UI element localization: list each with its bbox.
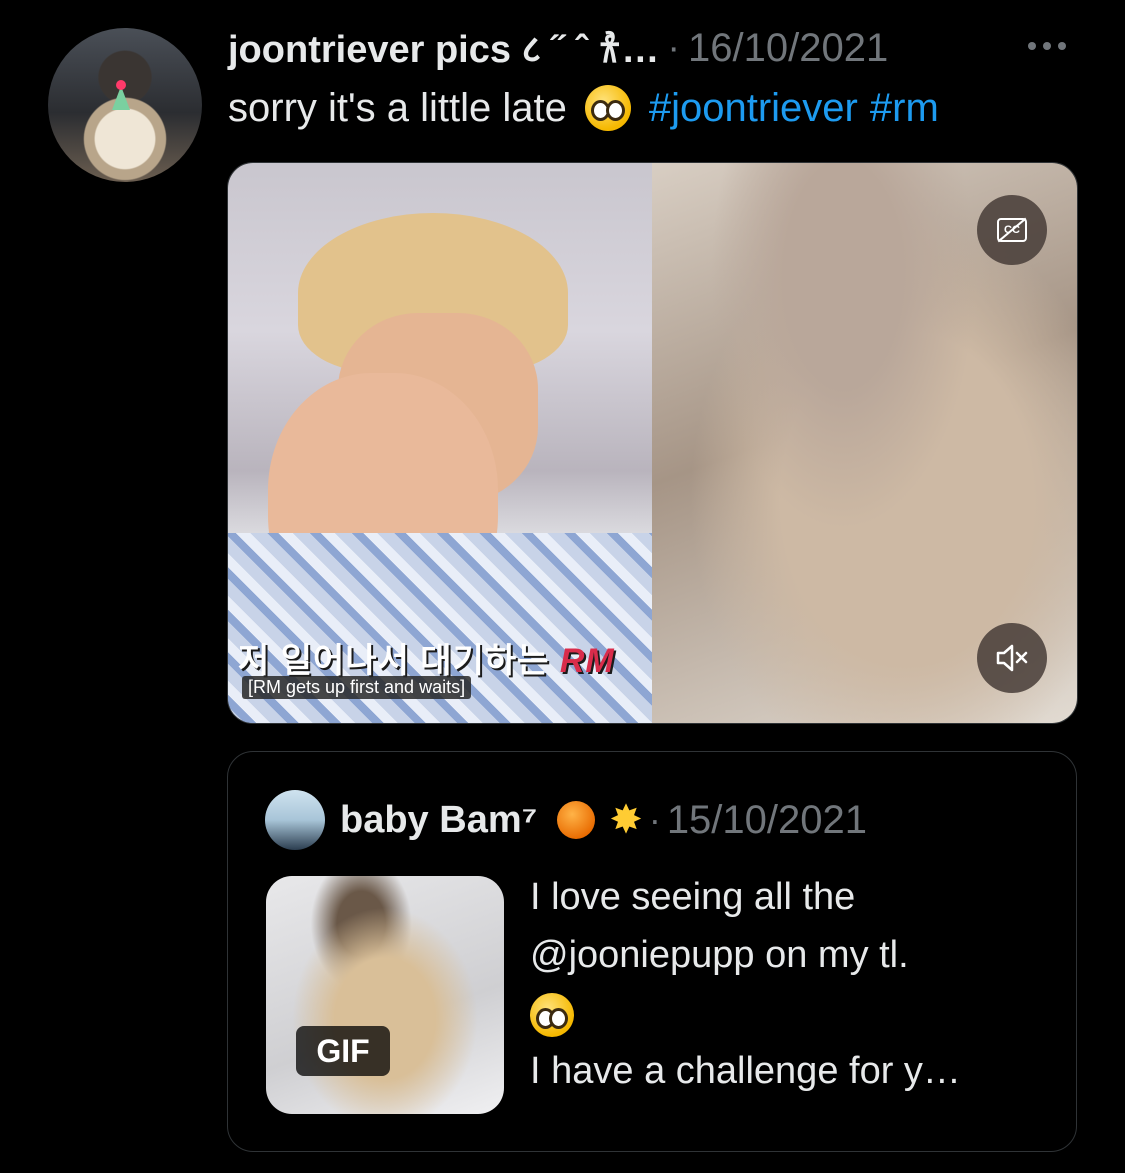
author-display-name[interactable]: joontriever pics ८ ˝ ˆ 𐀪…: [228, 22, 659, 74]
quoted-text-emoji-line: [530, 984, 1050, 1042]
author-avatar[interactable]: [48, 28, 202, 182]
hashtag-joontriever[interactable]: #joontriever: [649, 86, 858, 131]
quoted-tweet-header: baby Bam⁷ ✸ · 15/10/2021: [340, 792, 867, 848]
tweet-text-body: sorry it's a little late: [228, 85, 567, 130]
party-hat-pompom: [116, 80, 126, 90]
tweet-media-video[interactable]: 저 일어나서 대기하는 RM [RM gets up first and wai…: [227, 162, 1078, 724]
korean-subtitle-rm: RM: [559, 642, 615, 680]
more-options-icon[interactable]: [1028, 38, 1074, 54]
video-frame-left: 저 일어나서 대기하는 RM [RM gets up first and wai…: [228, 163, 652, 723]
quoted-tweet[interactable]: baby Bam⁷ ✸ · 15/10/2021 GIF I love seei…: [227, 751, 1077, 1152]
hashtag-rm[interactable]: #rm: [870, 86, 939, 131]
header-separator: ·: [667, 26, 680, 69]
quoted-text-line-4: I have a challenge for y…: [530, 1050, 961, 1092]
quoted-text-line-1: I love seeing all the: [530, 876, 856, 918]
orange-emoji: [557, 801, 596, 839]
pleading-face-emoji: [584, 85, 631, 131]
video-frame-right: CC: [652, 163, 1077, 723]
tweet-text: sorry it's a little late #joontriever #r…: [228, 82, 939, 134]
quoted-text-line-2: @jooniepupp on my tl.: [530, 934, 909, 976]
closed-captions-off-icon[interactable]: CC: [977, 195, 1047, 265]
korean-subtitle-text: 저 일어나서 대기하는: [238, 642, 550, 680]
quoted-gif-thumbnail[interactable]: GIF: [266, 876, 504, 1114]
quoted-author-display-name[interactable]: baby Bam⁷: [340, 799, 537, 842]
korean-subtitle: 저 일어나서 대기하는 RM: [238, 633, 615, 682]
english-subtitle: [RM gets up first and waits]: [242, 676, 472, 699]
tweet-header: joontriever pics ८ ˝ ˆ 𐀪… · 16/10/2021: [228, 22, 888, 74]
speaker-muted-icon[interactable]: [977, 623, 1047, 693]
quoted-tweet-text: I love seeing all the @jooniepupp on my …: [530, 868, 1050, 1100]
pleading-face-emoji: [530, 992, 574, 1037]
quoted-header-separator: ·: [648, 799, 661, 840]
tweet-date[interactable]: 16/10/2021: [688, 26, 888, 71]
quoted-author-avatar[interactable]: [265, 790, 325, 850]
gif-badge: GIF: [296, 1026, 390, 1076]
glowing-star-emoji: ✸: [609, 798, 643, 842]
quoted-tweet-date[interactable]: 15/10/2021: [667, 798, 867, 843]
